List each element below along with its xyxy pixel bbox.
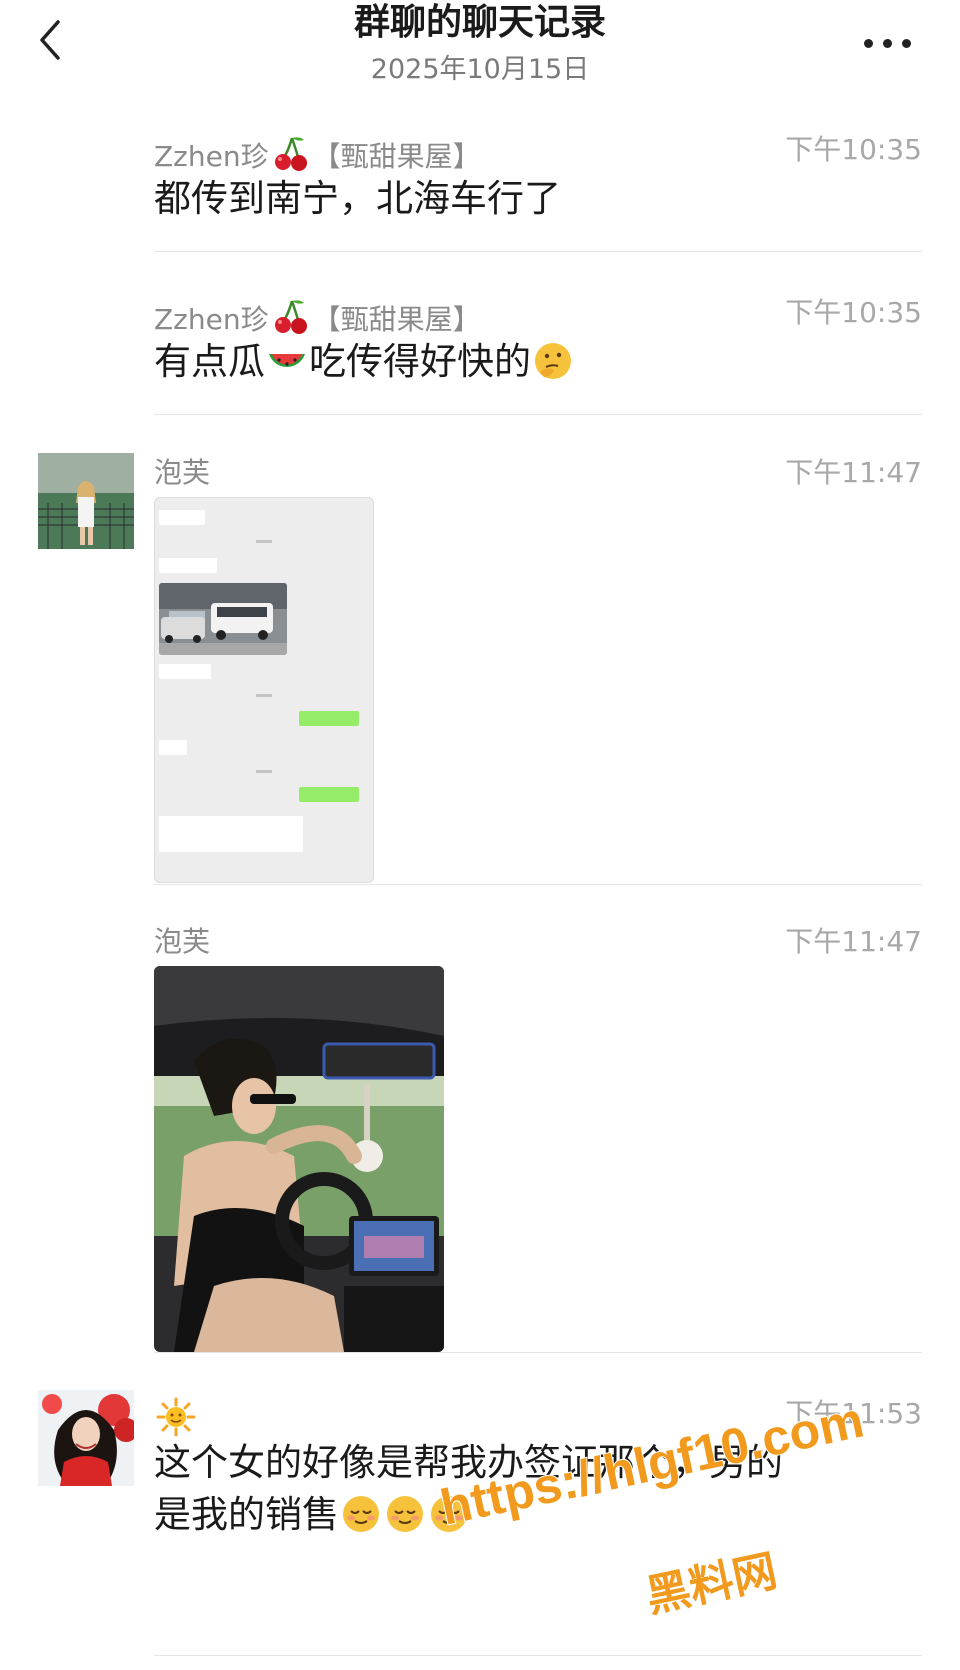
- nav-bar: 群聊的聊天记录 2025年10月15日: [0, 0, 960, 100]
- page-title: 群聊的聊天记录: [353, 2, 606, 43]
- message-item: Zzhen珍 【甄甜果屋】 下午10:35 都传到南宁，北海车行了: [0, 130, 960, 250]
- message-item: Zzhen珍 【甄甜果屋】 下午10:35 有点瓜 吃传得好快的: [0, 293, 960, 413]
- cherry-icon: [270, 132, 312, 174]
- relieved-face-icon: [340, 1493, 382, 1535]
- page-date: 2025年10月15日: [370, 54, 590, 85]
- chat-screenshot-image[interactable]: [154, 497, 374, 883]
- divider: [154, 1352, 922, 1353]
- message-text-line[interactable]: 这个女的好像是帮我办签证那个，男的: [154, 1436, 783, 1490]
- sender-name[interactable]: [154, 1396, 198, 1439]
- divider: [154, 414, 922, 415]
- message-time: 下午10:35: [785, 296, 922, 329]
- relieved-face-icon: [384, 1493, 426, 1535]
- sender-name[interactable]: Zzhen珍 【甄甜果屋】: [154, 295, 481, 338]
- relieved-face-icon: [428, 1493, 470, 1535]
- car-showroom-photo: [159, 583, 287, 655]
- message-time: 下午11:53: [785, 1397, 922, 1430]
- message-time: 下午10:35: [785, 133, 922, 166]
- message-time: 下午11:47: [785, 456, 922, 489]
- message-text[interactable]: 有点瓜 吃传得好快的: [154, 335, 575, 389]
- sender-name[interactable]: 泡芙: [154, 924, 210, 960]
- message-item: 泡芙 下午11:47: [0, 922, 960, 1352]
- watermelon-icon: [266, 340, 308, 382]
- thinking-face-icon: [532, 340, 574, 382]
- cherry-icon: [270, 295, 312, 337]
- message-text-line[interactable]: 是我的销售: [154, 1488, 471, 1542]
- message-time: 下午11:47: [785, 925, 922, 958]
- avatar[interactable]: [38, 1390, 134, 1486]
- divider: [154, 1655, 922, 1656]
- divider: [154, 251, 922, 252]
- more-menu-icon[interactable]: [856, 22, 920, 62]
- sender-name[interactable]: 泡芙: [154, 455, 210, 491]
- avatar[interactable]: [38, 453, 134, 549]
- car-interior-photo[interactable]: [154, 966, 444, 1352]
- message-item: 泡芙 下午11:47: [0, 453, 960, 883]
- message-text[interactable]: 都传到南宁，北海车行了: [154, 172, 561, 226]
- divider: [154, 884, 922, 885]
- sun-icon: [155, 1396, 197, 1438]
- message-item: 下午11:53 这个女的好像是帮我办签证那个，男的 是我的销售: [0, 1390, 960, 1560]
- sender-name[interactable]: Zzhen珍 【甄甜果屋】: [154, 132, 481, 175]
